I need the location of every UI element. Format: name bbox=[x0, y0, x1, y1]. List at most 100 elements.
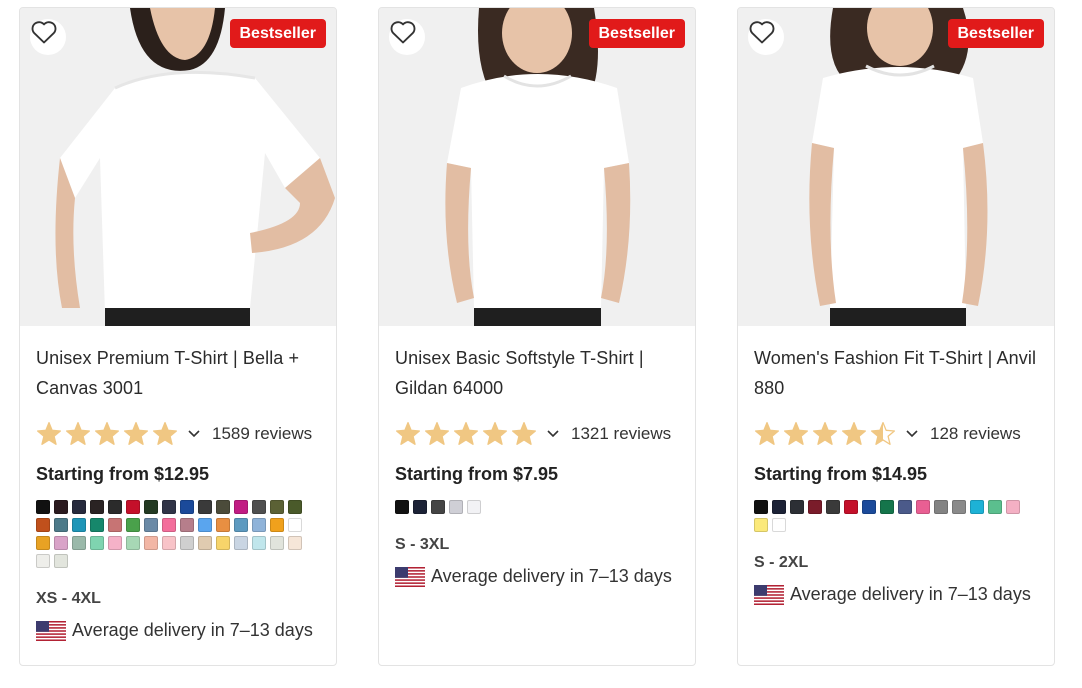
color-swatch[interactable] bbox=[431, 500, 445, 514]
color-swatch[interactable] bbox=[772, 500, 786, 514]
color-swatch[interactable] bbox=[288, 536, 302, 550]
color-swatch[interactable] bbox=[216, 536, 230, 550]
color-swatch[interactable] bbox=[216, 500, 230, 514]
color-swatch[interactable] bbox=[36, 536, 50, 550]
size-range: XS - 4XL bbox=[36, 590, 101, 607]
color-swatch[interactable] bbox=[36, 554, 50, 568]
favorite-button[interactable] bbox=[748, 19, 784, 55]
color-swatch[interactable] bbox=[467, 500, 481, 514]
color-swatch[interactable] bbox=[288, 518, 302, 532]
color-swatch[interactable] bbox=[449, 500, 463, 514]
color-swatch[interactable] bbox=[72, 536, 86, 550]
color-swatch[interactable] bbox=[844, 500, 858, 514]
color-swatch[interactable] bbox=[180, 518, 194, 532]
product-title[interactable]: Unisex Basic Softstyle T-Shirt | Gildan … bbox=[395, 343, 679, 403]
color-swatch[interactable] bbox=[234, 500, 248, 514]
color-swatch[interactable] bbox=[270, 518, 284, 532]
color-swatch[interactable] bbox=[108, 500, 122, 514]
color-swatch[interactable] bbox=[36, 500, 50, 514]
color-swatch[interactable] bbox=[54, 554, 68, 568]
rating-row: 1321 reviews bbox=[395, 421, 679, 447]
color-swatch[interactable] bbox=[754, 518, 768, 532]
product-card[interactable]: Bestseller Women's Fashion Fit T-Shirt |… bbox=[737, 7, 1055, 666]
color-swatch[interactable] bbox=[180, 536, 194, 550]
review-count[interactable]: 1321 reviews bbox=[571, 424, 671, 444]
star-rating bbox=[36, 421, 178, 447]
size-range: S - 3XL bbox=[395, 536, 450, 553]
color-swatch[interactable] bbox=[162, 536, 176, 550]
color-swatch[interactable] bbox=[808, 500, 822, 514]
review-count[interactable]: 128 reviews bbox=[930, 424, 1021, 444]
color-swatch[interactable] bbox=[862, 500, 876, 514]
color-swatch[interactable] bbox=[754, 500, 768, 514]
product-title[interactable]: Unisex Premium T-Shirt | Bella + Canvas … bbox=[36, 343, 320, 403]
review-count[interactable]: 1589 reviews bbox=[212, 424, 312, 444]
color-swatches bbox=[395, 500, 679, 514]
star-rating bbox=[395, 421, 537, 447]
delivery-text: Average delivery in 7–13 days bbox=[790, 584, 1031, 604]
color-swatch[interactable] bbox=[270, 500, 284, 514]
color-swatch[interactable] bbox=[162, 500, 176, 514]
product-title[interactable]: Women's Fashion Fit T-Shirt | Anvil 880 bbox=[754, 343, 1038, 403]
us-flag-icon bbox=[395, 566, 425, 587]
color-swatch[interactable] bbox=[54, 536, 68, 550]
color-swatch[interactable] bbox=[252, 536, 266, 550]
color-swatch[interactable] bbox=[988, 500, 1002, 514]
color-swatch[interactable] bbox=[880, 500, 894, 514]
product-photo[interactable]: Bestseller bbox=[738, 8, 1054, 326]
product-card[interactable]: Bestseller Unisex Premium T-Shirt | Bell… bbox=[19, 7, 337, 666]
color-swatch[interactable] bbox=[144, 518, 158, 532]
color-swatch[interactable] bbox=[126, 500, 140, 514]
color-swatch[interactable] bbox=[72, 500, 86, 514]
color-swatch[interactable] bbox=[916, 500, 930, 514]
chevron-down-icon[interactable] bbox=[906, 430, 918, 438]
color-swatch[interactable] bbox=[952, 500, 966, 514]
product-card[interactable]: Bestseller Unisex Basic Softstyle T-Shir… bbox=[378, 7, 696, 666]
color-swatch[interactable] bbox=[90, 536, 104, 550]
product-photo[interactable]: Bestseller bbox=[379, 8, 695, 326]
color-swatch[interactable] bbox=[198, 500, 212, 514]
color-swatch[interactable] bbox=[90, 518, 104, 532]
color-swatch[interactable] bbox=[126, 518, 140, 532]
color-swatch[interactable] bbox=[144, 500, 158, 514]
delivery-info: Average delivery in 7–13 days bbox=[754, 584, 1038, 605]
color-swatch[interactable] bbox=[180, 500, 194, 514]
price: Starting from $7.95 bbox=[395, 464, 559, 484]
color-swatch[interactable] bbox=[252, 500, 266, 514]
color-swatch[interactable] bbox=[234, 536, 248, 550]
color-swatch[interactable] bbox=[934, 500, 948, 514]
color-swatch[interactable] bbox=[108, 518, 122, 532]
favorite-button[interactable] bbox=[30, 19, 66, 55]
color-swatch[interactable] bbox=[826, 500, 840, 514]
color-swatch[interactable] bbox=[54, 518, 68, 532]
color-swatch[interactable] bbox=[234, 518, 248, 532]
color-swatch[interactable] bbox=[790, 500, 804, 514]
color-swatch[interactable] bbox=[216, 518, 230, 532]
color-swatch[interactable] bbox=[126, 536, 140, 550]
color-swatch[interactable] bbox=[970, 500, 984, 514]
color-swatch[interactable] bbox=[36, 518, 50, 532]
color-swatch[interactable] bbox=[395, 500, 409, 514]
color-swatch[interactable] bbox=[772, 518, 786, 532]
color-swatch[interactable] bbox=[413, 500, 427, 514]
chevron-down-icon[interactable] bbox=[547, 430, 559, 438]
color-swatch[interactable] bbox=[270, 536, 284, 550]
color-swatch[interactable] bbox=[198, 536, 212, 550]
color-swatch[interactable] bbox=[288, 500, 302, 514]
product-photo[interactable]: Bestseller bbox=[20, 8, 336, 326]
color-swatch[interactable] bbox=[898, 500, 912, 514]
color-swatch[interactable] bbox=[90, 500, 104, 514]
bestseller-badge: Bestseller bbox=[229, 19, 326, 48]
color-swatch[interactable] bbox=[1006, 500, 1020, 514]
color-swatch[interactable] bbox=[54, 500, 68, 514]
color-swatch[interactable] bbox=[72, 518, 86, 532]
color-swatch[interactable] bbox=[252, 518, 266, 532]
star-rating bbox=[754, 421, 896, 447]
color-swatch[interactable] bbox=[162, 518, 176, 532]
favorite-button[interactable] bbox=[389, 19, 425, 55]
delivery-info: Average delivery in 7–13 days bbox=[395, 566, 679, 587]
chevron-down-icon[interactable] bbox=[188, 430, 200, 438]
color-swatch[interactable] bbox=[198, 518, 212, 532]
color-swatch[interactable] bbox=[144, 536, 158, 550]
color-swatch[interactable] bbox=[108, 536, 122, 550]
